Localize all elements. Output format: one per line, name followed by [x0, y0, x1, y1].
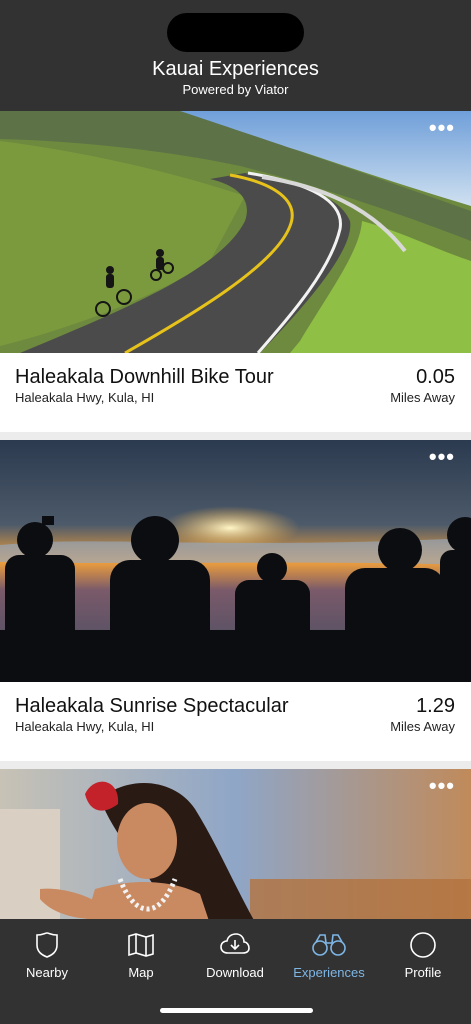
binoculars-icon [312, 934, 346, 956]
experience-distance: 0.05 [416, 366, 455, 388]
tab-label: Nearby [26, 965, 68, 980]
experience-photo: ••• [0, 769, 471, 919]
experience-photo: ••• [0, 440, 471, 682]
experience-photo: ••• [0, 111, 471, 353]
experience-card[interactable]: ••• [0, 769, 471, 919]
experience-distance: 1.29 [416, 695, 455, 717]
page-subtitle: Powered by Viator [182, 82, 289, 97]
experience-card[interactable]: ••• Haleakala Sunrise Spectacular Haleak… [0, 440, 471, 761]
experience-name: Haleakala Sunrise Spectacular [15, 695, 289, 717]
more-options-button[interactable]: ••• [429, 775, 455, 797]
distance-unit: Miles Away [390, 390, 455, 405]
tab-label: Experiences [293, 965, 365, 980]
experience-address: Haleakala Hwy, Kula, HI [15, 390, 155, 405]
page-title: Kauai Experiences [152, 58, 319, 80]
distance-unit: Miles Away [390, 719, 455, 734]
tab-label: Download [206, 965, 264, 980]
experience-info: Haleakala Sunrise Spectacular Haleakala … [0, 682, 471, 761]
tab-profile[interactable]: Profile [376, 931, 470, 980]
profile-circle-icon [410, 932, 436, 958]
tab-experiences[interactable]: Experiences [282, 931, 376, 980]
experience-name: Haleakala Downhill Bike Tour [15, 366, 274, 388]
shield-icon [36, 932, 58, 958]
experience-address: Haleakala Hwy, Kula, HI [15, 719, 155, 734]
tab-nearby[interactable]: Nearby [0, 931, 94, 980]
experience-info: Haleakala Downhill Bike Tour Haleakala H… [0, 353, 471, 432]
map-icon [128, 933, 154, 957]
tab-label: Profile [404, 965, 442, 980]
more-options-button[interactable]: ••• [429, 117, 455, 139]
app-header: Kauai Experiences Powered by Viator [0, 0, 471, 111]
tab-map[interactable]: Map [94, 931, 188, 980]
home-indicator [160, 1008, 313, 1013]
cloud-download-icon [220, 933, 250, 954]
dynamic-island [167, 13, 304, 52]
tab-download[interactable]: Download [188, 931, 282, 980]
more-options-button[interactable]: ••• [429, 446, 455, 468]
experience-list[interactable]: ••• Haleakala Downhill Bike Tour Haleaka… [0, 111, 471, 919]
experience-card[interactable]: ••• Haleakala Downhill Bike Tour Haleaka… [0, 111, 471, 432]
tab-label: Map [128, 965, 154, 980]
